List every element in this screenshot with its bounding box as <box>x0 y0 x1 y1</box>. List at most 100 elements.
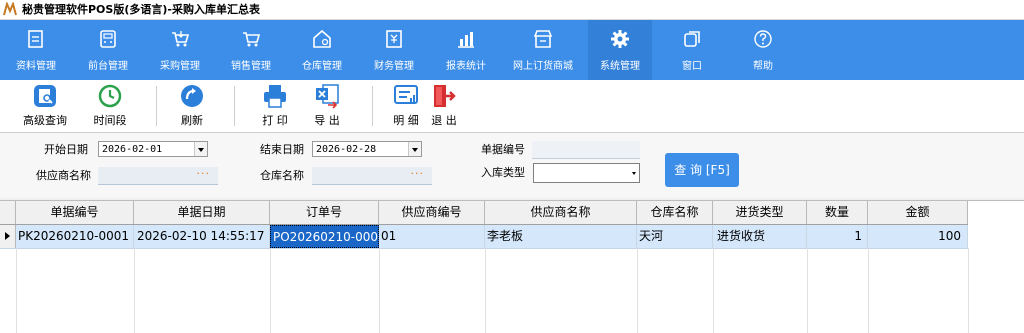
nav-item-help[interactable]: 帮助 <box>731 20 795 80</box>
exit-door-icon <box>434 85 456 107</box>
doc-no-cell[interactable]: PK20260210-0001 <box>16 225 134 248</box>
doc-no-input[interactable] <box>532 141 640 159</box>
window-icon <box>684 31 700 47</box>
column-header[interactable]: 供应商名称 <box>485 201 637 224</box>
chevron-down-icon[interactable] <box>408 142 421 156</box>
store-icon <box>533 30 553 48</box>
supplier-name-cell[interactable]: 李老板 <box>485 225 637 248</box>
nav-label: 窗口 <box>682 61 702 72</box>
end-date-value: 2026-02-28 <box>316 144 377 155</box>
warehouse-cell[interactable]: 天河 <box>637 225 713 248</box>
order-no-cell[interactable]: PO20260210-0001 <box>270 225 379 248</box>
type-cell[interactable]: 进货收货 <box>713 225 807 248</box>
start-date-picker[interactable]: 2026-02-01 <box>98 141 208 157</box>
date-cell[interactable]: 2026-02-10 14:55:17 <box>134 225 270 248</box>
nav-label: 网上订货商城 <box>513 61 573 72</box>
window-title: 秘贵管理软件POS版(多语言)-采购入库单汇总表 <box>22 3 260 16</box>
cashier-icon <box>100 30 116 48</box>
in-type-label: 入库类型 <box>481 166 525 179</box>
main-nav: 资料管理 前台管理 采购管理 销售管理 仓库管理 财务管理 报表统计 网上订货商… <box>0 20 1024 80</box>
warehouse-icon <box>313 29 331 48</box>
export-button[interactable]: 导 出 <box>302 80 352 132</box>
grid-line <box>134 248 135 333</box>
grid-line <box>713 248 714 333</box>
document-icon <box>28 30 43 48</box>
refresh-button[interactable]: 刷新 <box>170 80 214 132</box>
column-header[interactable]: 数量 <box>807 201 868 224</box>
detail-button[interactable]: 明 细 <box>388 80 424 132</box>
toolbar-label: 打 印 <box>262 114 288 127</box>
nav-label: 前台管理 <box>88 61 128 72</box>
nav-item-reports[interactable]: 报表统计 <box>434 20 498 80</box>
advanced-query-button[interactable]: 高级查询 <box>16 80 74 132</box>
start-date-label: 开始日期 <box>44 143 88 156</box>
in-type-select[interactable] <box>533 163 640 183</box>
print-button[interactable]: 打 印 <box>252 80 298 132</box>
toolbar: 高级查询 时间段 刷新 打 印 导 出 明 细 退 出 <box>0 80 1024 133</box>
column-header[interactable]: 仓库名称 <box>637 201 713 224</box>
supplier-picker[interactable]: ··· <box>98 167 218 185</box>
nav-label: 财务管理 <box>374 61 414 72</box>
grid-line <box>637 248 638 333</box>
help-icon <box>754 30 772 48</box>
warehouse-picker[interactable]: ··· <box>312 167 432 185</box>
grid-header: 单据编号 单据日期 订单号 供应商编号 供应商名称 仓库名称 进货类型 数量 金… <box>0 201 968 225</box>
refresh-icon <box>181 85 203 107</box>
column-header[interactable]: 进货类型 <box>713 201 807 224</box>
exit-button[interactable]: 退 出 <box>426 80 462 132</box>
supplier-label: 供应商名称 <box>36 169 91 182</box>
amount-cell[interactable]: 100 <box>868 225 968 248</box>
nav-item-window[interactable]: 窗口 <box>660 20 724 80</box>
end-date-picker[interactable]: 2026-02-28 <box>312 141 422 157</box>
nav-item-system[interactable]: 系统管理 <box>588 20 652 80</box>
grid-line <box>270 248 271 333</box>
printer-icon <box>264 85 286 108</box>
column-header[interactable]: 单据编号 <box>16 201 134 224</box>
nav-label: 帮助 <box>753 61 773 72</box>
supplier-no-cell[interactable]: 01 <box>379 225 485 248</box>
query-button[interactable]: 查 询 [F5] <box>665 153 739 187</box>
finance-icon <box>386 30 402 48</box>
excel-export-icon <box>316 84 339 109</box>
nav-label: 报表统计 <box>446 61 486 72</box>
time-range-button[interactable]: 时间段 <box>85 80 135 132</box>
doc-no-label: 单据编号 <box>481 143 525 156</box>
column-header[interactable]: 单据日期 <box>134 201 270 224</box>
start-date-value: 2026-02-01 <box>102 144 163 155</box>
cart-icon <box>243 32 261 47</box>
nav-label: 仓库管理 <box>302 61 342 72</box>
nav-item-purchase[interactable]: 采购管理 <box>148 20 212 80</box>
chevron-down-icon[interactable] <box>194 142 207 156</box>
nav-label: 采购管理 <box>160 61 200 72</box>
table-row[interactable]: PK20260210-0001 2026-02-10 14:55:17 PO20… <box>0 225 968 249</box>
end-date-label: 结束日期 <box>260 143 304 156</box>
gear-icon <box>611 30 629 48</box>
column-header[interactable]: 金额 <box>868 201 968 224</box>
column-header[interactable]: 订单号 <box>270 201 379 224</box>
advanced-query-icon <box>34 85 56 107</box>
nav-item-online-store[interactable]: 网上订货商城 <box>511 20 575 80</box>
toolbar-label: 退 出 <box>431 114 457 127</box>
grid-line <box>868 248 869 333</box>
ellipsis-icon[interactable]: ··· <box>411 167 425 181</box>
toolbar-label: 导 出 <box>314 114 340 127</box>
purchase-cart-icon <box>172 31 190 47</box>
nav-item-frontdesk[interactable]: 前台管理 <box>76 20 140 80</box>
app-logo-icon <box>3 2 17 16</box>
data-grid: 单据编号 单据日期 订单号 供应商编号 供应商名称 仓库名称 进货类型 数量 金… <box>0 200 1024 333</box>
toolbar-divider <box>234 86 235 126</box>
grid-line <box>485 248 486 333</box>
qty-cell[interactable]: 1 <box>807 225 868 248</box>
detail-list-icon <box>394 85 418 104</box>
column-header[interactable]: 供应商编号 <box>379 201 485 224</box>
nav-label: 资料管理 <box>16 61 56 72</box>
title-bar: 秘贵管理软件POS版(多语言)-采购入库单汇总表 <box>0 0 1024 20</box>
nav-item-finance[interactable]: 财务管理 <box>362 20 426 80</box>
ellipsis-icon[interactable]: ··· <box>197 167 211 181</box>
nav-item-data-management[interactable]: 资料管理 <box>4 20 68 80</box>
nav-item-sales[interactable]: 销售管理 <box>219 20 283 80</box>
nav-item-warehouse[interactable]: 仓库管理 <box>290 20 354 80</box>
grid-line <box>968 248 969 333</box>
toolbar-label: 高级查询 <box>23 114 67 127</box>
filter-panel: 开始日期 2026-02-01 结束日期 2026-02-28 单据编号 供应商… <box>0 133 1024 198</box>
